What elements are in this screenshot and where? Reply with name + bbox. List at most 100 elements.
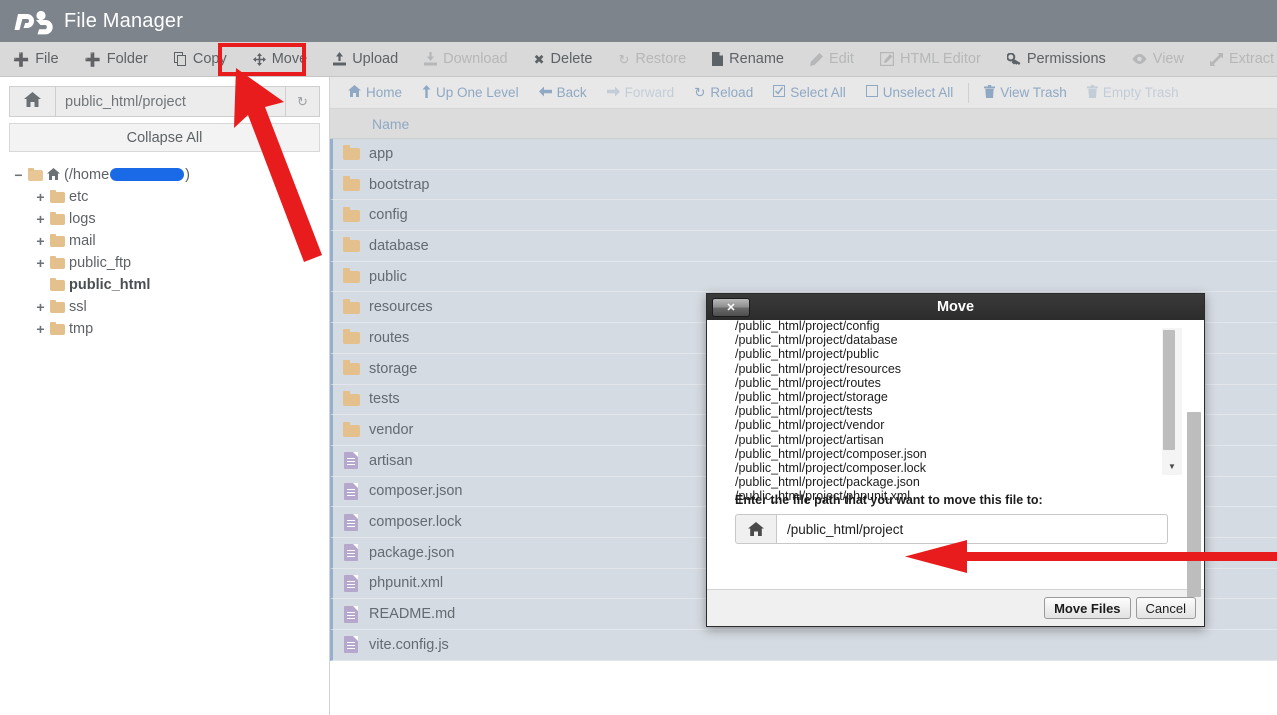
subnav-home-label: Home bbox=[366, 85, 403, 100]
list-item[interactable]: /public_html/project/public bbox=[735, 347, 1182, 361]
list-item[interactable]: /public_html/project/tests bbox=[735, 404, 1182, 418]
cancel-button[interactable]: Cancel bbox=[1135, 597, 1196, 619]
tree-toggle-icon[interactable]: + bbox=[35, 322, 46, 336]
redaction-mark bbox=[110, 168, 185, 181]
pencil-icon bbox=[809, 52, 823, 66]
tree-item-public-ftp[interactable]: + public_ftp bbox=[13, 252, 320, 274]
move-path-input[interactable]: /public_html/project bbox=[776, 514, 1168, 544]
scrollbar-thumb[interactable] bbox=[1187, 412, 1201, 597]
path-home-button[interactable] bbox=[9, 86, 55, 117]
subnav-empty-trash-button[interactable]: Empty Trash bbox=[1077, 84, 1189, 101]
folder-icon bbox=[333, 421, 369, 437]
dialog-scrollbar[interactable]: ▼ bbox=[1185, 360, 1203, 597]
tree-item-etc[interactable]: + etc bbox=[13, 186, 320, 208]
subnav-view-trash-button[interactable]: View Trash bbox=[974, 84, 1077, 101]
subnav-up-one-level-button[interactable]: Up One Level bbox=[412, 84, 529, 101]
list-item[interactable]: /public_html/project/composer.lock bbox=[735, 461, 1182, 475]
subnav-unselect-all-button[interactable]: Unselect All bbox=[856, 85, 964, 100]
path-go-button[interactable]: ↻ bbox=[286, 86, 320, 117]
subnav-forward-button[interactable]: Forward bbox=[597, 85, 685, 100]
toolbar-extract-button[interactable]: Extract bbox=[1197, 42, 1277, 76]
column-header-name[interactable]: Name bbox=[330, 116, 409, 132]
table-row[interactable]: database bbox=[330, 231, 1277, 262]
tree-item-logs[interactable]: + logs bbox=[13, 208, 320, 230]
tree-item-mail[interactable]: + mail bbox=[13, 230, 320, 252]
toolbar-rename-button[interactable]: Rename bbox=[699, 42, 797, 76]
list-item[interactable]: /public_html/project/storage bbox=[735, 390, 1182, 404]
toolbar-delete-button[interactable]: ✖ Delete bbox=[521, 42, 606, 76]
move-dialog-footer: Move Files Cancel bbox=[707, 589, 1204, 626]
tree-item-home[interactable]: − (/home) bbox=[13, 164, 320, 186]
file-icon bbox=[333, 605, 369, 623]
file-name-label: package.json bbox=[369, 544, 455, 561]
toolbar-file-button[interactable]: ➕ File bbox=[0, 42, 72, 76]
tree-toggle-icon[interactable]: + bbox=[35, 212, 46, 226]
path-list-scrollbar[interactable]: ▲ ▼ bbox=[1162, 328, 1182, 475]
toolbar-permissions-button[interactable]: Permissions bbox=[994, 42, 1119, 76]
file-name-label: tests bbox=[369, 391, 400, 408]
list-item[interactable]: /public_html/project/resources bbox=[735, 362, 1182, 376]
path-input[interactable]: public_html/project bbox=[55, 86, 286, 117]
toolbar-move-button[interactable]: Move bbox=[240, 42, 320, 76]
list-item[interactable]: /public_html/project/package.json bbox=[735, 475, 1182, 489]
move-dialog-path-list[interactable]: /public_html/project/config /public_html… bbox=[707, 320, 1182, 589]
tree-toggle-icon[interactable]: − bbox=[13, 168, 24, 182]
subnav-back-button[interactable]: Back bbox=[529, 85, 597, 100]
toolbar-restore-label: Restore bbox=[635, 51, 687, 67]
folder-icon bbox=[333, 329, 369, 345]
x-mark-icon: ✖ bbox=[533, 51, 545, 67]
toolbar-permissions-label: Permissions bbox=[1026, 51, 1106, 67]
table-row[interactable]: config bbox=[330, 200, 1277, 232]
triangle-down-icon[interactable]: ▼ bbox=[1162, 458, 1182, 475]
tree-item-tmp[interactable]: + tmp bbox=[13, 318, 320, 340]
folder-icon bbox=[50, 256, 65, 269]
folder-icon bbox=[50, 278, 65, 291]
toolbar-download-button[interactable]: Download bbox=[411, 42, 521, 76]
subnav-select-all-button[interactable]: Select All bbox=[763, 85, 856, 100]
toolbar-restore-button[interactable]: ↻ Restore bbox=[605, 42, 699, 76]
list-item[interactable]: /public_html/project/routes bbox=[735, 376, 1182, 390]
page-title: File Manager bbox=[64, 9, 184, 32]
move-files-button[interactable]: Move Files bbox=[1044, 597, 1131, 619]
list-item[interactable]: /public_html/project/artisan bbox=[735, 433, 1182, 447]
home-icon bbox=[24, 91, 41, 112]
collapse-all-button[interactable]: Collapse All bbox=[9, 123, 320, 152]
subnav-home-button[interactable]: Home bbox=[338, 85, 412, 100]
folder-icon bbox=[333, 206, 369, 222]
home-icon[interactable] bbox=[735, 514, 776, 544]
tree-toggle-icon[interactable]: + bbox=[35, 256, 46, 270]
tree-toggle-icon[interactable]: + bbox=[35, 234, 46, 248]
primary-toolbar: ➕ File ➕ Folder Copy Move Upload Downloa… bbox=[0, 42, 1277, 77]
folder-icon bbox=[333, 176, 369, 192]
table-row[interactable]: app bbox=[330, 139, 1277, 170]
list-item[interactable]: /public_html/project/vendor bbox=[735, 418, 1182, 432]
restore-arrow-icon: ↻ bbox=[618, 51, 630, 67]
folder-icon bbox=[333, 298, 369, 314]
toolbar-edit-button[interactable]: Edit bbox=[797, 42, 867, 76]
subnav-reload-button[interactable]: ↻ Reload bbox=[684, 85, 763, 101]
toolbar-upload-button[interactable]: Upload bbox=[320, 42, 411, 76]
scrollbar-thumb[interactable] bbox=[1163, 330, 1175, 450]
table-row[interactable]: vite.config.js bbox=[330, 630, 1277, 661]
tree-item-ssl[interactable]: + ssl bbox=[13, 296, 320, 318]
list-item[interactable]: /public_html/project/composer.json bbox=[735, 447, 1182, 461]
table-row[interactable]: bootstrap bbox=[330, 169, 1277, 201]
list-item[interactable]: /public_html/project/database bbox=[735, 333, 1182, 347]
toolbar-html-editor-button[interactable]: HTML Editor bbox=[867, 42, 994, 76]
list-item[interactable]: /public_html/project/config bbox=[735, 320, 1182, 333]
tree-toggle-icon[interactable]: + bbox=[35, 190, 46, 204]
toolbar-folder-button[interactable]: ➕ Folder bbox=[72, 42, 161, 76]
toolbar-copy-button[interactable]: Copy bbox=[161, 42, 240, 76]
close-icon[interactable]: ✕ bbox=[712, 297, 750, 317]
tree-item-public-html[interactable]: public_html bbox=[13, 274, 320, 296]
file-name-label: vite.config.js bbox=[369, 636, 449, 653]
tree-toggle-icon[interactable]: + bbox=[35, 300, 46, 314]
toolbar-html-editor-label: HTML Editor bbox=[899, 51, 981, 67]
subnav-divider bbox=[968, 82, 970, 103]
file-list-column-header: Name bbox=[330, 109, 1277, 139]
upload-icon bbox=[333, 52, 347, 66]
toolbar-view-button[interactable]: View bbox=[1119, 42, 1197, 76]
table-row[interactable]: public bbox=[330, 261, 1277, 293]
app-header: File Manager bbox=[0, 0, 1277, 42]
move-dialog-body: /public_html/project/config /public_html… bbox=[707, 320, 1204, 597]
